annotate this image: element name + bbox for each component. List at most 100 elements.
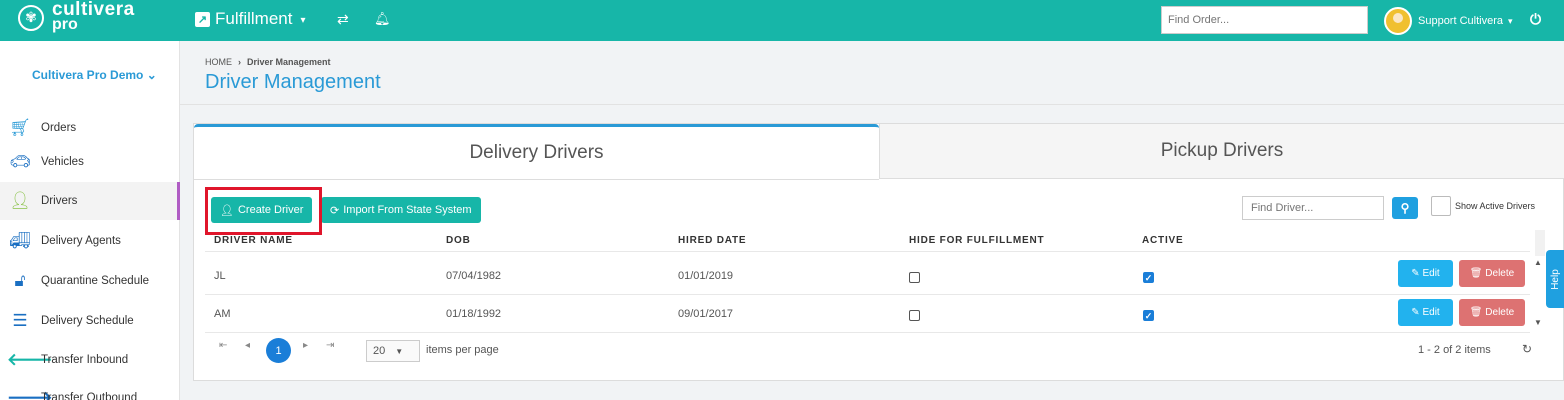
top-bar: ✾ cultivera pro ↗ Fulfillment ▾ ⇄ 🔔︎ Sup…	[0, 0, 1564, 41]
find-driver-input[interactable]	[1242, 196, 1384, 220]
help-tab[interactable]: Help	[1546, 250, 1564, 308]
module-dropdown[interactable]: ↗ Fulfillment ▾	[195, 9, 306, 29]
external-link-icon: ↗	[195, 11, 210, 27]
sidebar-item-label: Quarantine Schedule	[41, 275, 150, 287]
sidebar-item-label: Vehicles	[41, 156, 84, 168]
cell-dob: 07/04/1982	[446, 270, 502, 282]
search-icon: ⚲	[1400, 201, 1410, 215]
active-checkbox[interactable]: ✓	[1143, 272, 1154, 283]
sidebar-item-transfer-inbound[interactable]: 🡐 Transfer Inbound	[0, 341, 180, 379]
edit-button[interactable]: ✎ Edit	[1398, 299, 1453, 326]
active-checkbox[interactable]: ✓	[1143, 310, 1154, 321]
breadcrumb-home[interactable]: HOME	[205, 57, 232, 67]
scrollbar-thumb[interactable]	[1535, 230, 1545, 256]
sidebar-item-label: Transfer Inbound	[41, 354, 129, 366]
sidebar-item-label: Drivers	[41, 195, 78, 207]
chevron-right-icon: ›	[238, 57, 241, 67]
logo[interactable]: ✾ cultivera pro	[18, 0, 135, 33]
car-icon: 🚗︎	[9, 152, 31, 171]
search-button[interactable]: ⚲	[1392, 197, 1418, 219]
chevron-down-icon: ▾	[1508, 15, 1513, 26]
divider	[180, 104, 1564, 105]
divider	[205, 332, 1530, 333]
items-count: 1 - 2 of 2 items	[1418, 344, 1491, 356]
page-size-value: 20	[373, 345, 386, 357]
chevron-down-icon: ▾	[300, 15, 306, 26]
edit-icon: ✎	[1411, 268, 1423, 279]
sidebar-item-label: Delivery Agents	[41, 235, 121, 247]
highlight-box	[205, 187, 322, 235]
breadcrumb-current: Driver Management	[247, 57, 331, 67]
arrow-right-icon: 🡒	[7, 388, 53, 400]
show-active-label: Show Active Drivers	[1455, 201, 1536, 211]
logo-line-1: cultivera	[52, 0, 135, 20]
unlock-icon: 🔓︎	[14, 271, 26, 290]
hide-for-fulfillment-checkbox[interactable]	[909, 310, 920, 321]
find-order-input[interactable]	[1161, 6, 1368, 34]
prev-page-icon[interactable]: ◂	[245, 340, 250, 351]
scroll-down-icon[interactable]: ▼	[1534, 318, 1542, 327]
divider	[194, 179, 879, 180]
column-header-hired-date[interactable]: HIRED DATE	[678, 235, 746, 246]
tab-pickup-drivers[interactable]: Pickup Drivers	[879, 124, 1564, 179]
cannabis-leaf-icon: ✾	[18, 4, 44, 31]
sidebar-item-delivery-agents[interactable]: 🚚︎ Delivery Agents	[0, 222, 180, 260]
truck-icon: 🚚︎	[9, 231, 31, 250]
module-label: Fulfillment	[215, 9, 293, 28]
items-per-page-label: items per page	[426, 344, 499, 356]
column-header-hide-for-fulfillment[interactable]: HIDE FOR FULFILLMENT	[909, 235, 1044, 246]
arrow-left-icon: 🡐	[7, 350, 53, 369]
logo-line-2: pro	[52, 16, 78, 33]
delete-button[interactable]: 🗑︎ Delete	[1459, 299, 1525, 326]
sidebar-item-label: Delivery Schedule	[41, 315, 134, 327]
sidebar-item-orders[interactable]: 🛒︎ Orders	[0, 109, 180, 147]
page-size-select[interactable]: 20 ▼	[366, 340, 420, 362]
breadcrumb: HOME › Driver Management	[205, 57, 331, 67]
show-active-checkbox[interactable]	[1431, 196, 1451, 216]
swap-icon[interactable]: ⇄	[337, 11, 349, 28]
delete-button[interactable]: 🗑︎ Delete	[1459, 260, 1525, 287]
bell-icon[interactable]: 🔔︎	[374, 11, 391, 27]
column-header-driver-name[interactable]: DRIVER NAME	[214, 235, 293, 246]
page-number[interactable]: 1	[266, 338, 291, 363]
import-state-button[interactable]: ⟳ Import From State System	[321, 197, 481, 223]
cart-icon: 🛒︎	[9, 118, 31, 137]
sidebar-item-delivery-schedule[interactable]: ☰ Delivery Schedule	[0, 302, 180, 340]
account-selector[interactable]: Cultivera Pro Demo ⌄	[32, 68, 157, 82]
last-page-icon[interactable]: ⇥	[326, 340, 334, 351]
first-page-icon[interactable]: ⇤	[219, 340, 227, 351]
column-header-active[interactable]: ACTIVE	[1142, 235, 1183, 246]
sidebar: Cultivera Pro Demo ⌄ 🛒︎ Orders 🚗︎ Vehicl…	[0, 41, 180, 400]
scroll-up-icon[interactable]: ▲	[1534, 258, 1542, 267]
sidebar-item-label: Transfer Outbound	[41, 392, 138, 400]
trash-icon: 🗑︎	[1469, 307, 1486, 318]
page-title: Driver Management	[205, 71, 381, 93]
column-header-dob[interactable]: DOB	[446, 235, 471, 246]
sidebar-item-transfer-outbound[interactable]: 🡒 Transfer Outbound	[0, 379, 180, 400]
chevron-down-icon: ▼	[395, 346, 404, 356]
power-icon[interactable]: ⏻	[1530, 11, 1541, 28]
import-state-label: Import From State System	[343, 204, 472, 216]
trash-icon: 🗑︎	[1469, 268, 1486, 279]
sidebar-item-vehicles[interactable]: 🚗︎ Vehicles	[0, 143, 180, 181]
tab-delivery-drivers[interactable]: Delivery Drivers	[194, 124, 879, 179]
user-menu[interactable]: Support Cultivera ▾	[1384, 7, 1513, 35]
next-page-icon[interactable]: ▸	[303, 340, 308, 351]
sidebar-item-quarantine-schedule[interactable]: 🔓︎ Quarantine Schedule	[0, 262, 180, 300]
sidebar-item-drivers[interactable]: 👤︎ Drivers	[0, 182, 180, 220]
avatar	[1384, 7, 1412, 35]
user-name: Support Cultivera	[1418, 15, 1503, 27]
cell-dob: 01/18/1992	[446, 308, 502, 320]
refresh-icon: ⟳	[330, 204, 340, 217]
cell-hired-date: 09/01/2017	[678, 308, 734, 320]
divider	[205, 251, 1530, 252]
user-icon: 👤︎	[9, 191, 31, 210]
sidebar-item-label: Orders	[41, 122, 77, 134]
hide-for-fulfillment-checkbox[interactable]	[909, 272, 920, 283]
cell-hired-date: 01/01/2019	[678, 270, 734, 282]
edit-icon: ✎	[1411, 307, 1423, 318]
refresh-icon[interactable]: ↻	[1522, 342, 1532, 356]
list-icon: ☰	[12, 311, 28, 330]
edit-button[interactable]: ✎ Edit	[1398, 260, 1453, 287]
divider	[205, 294, 1530, 295]
